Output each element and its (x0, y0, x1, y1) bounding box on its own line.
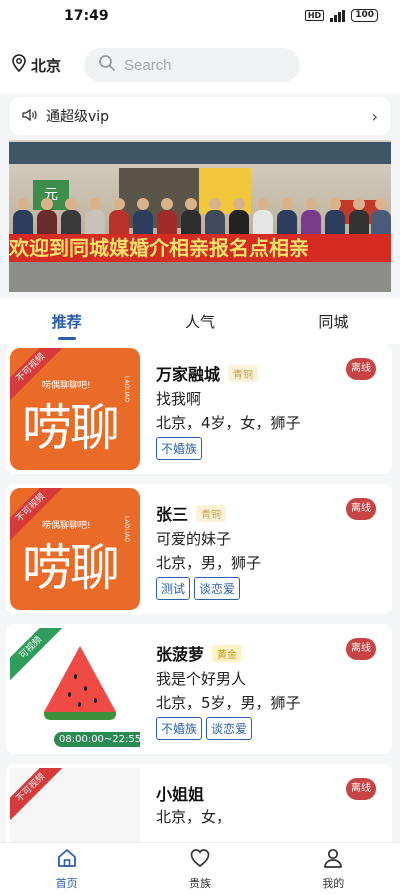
profile-name: 张菠萝 (156, 645, 205, 664)
name-line: 张三 青铜 (156, 501, 227, 525)
nav-mine-label: 我的 (322, 877, 345, 890)
profile-card[interactable]: 不可视频 小姐姐 离线 北京，女， (6, 764, 392, 842)
promo-banner[interactable]: 元 欢迎到同城媒婚介相亲报名点相亲 (9, 140, 391, 292)
video-unavailable-ribbon: 不可视频 (10, 768, 69, 826)
battery-icon: 100 (351, 9, 378, 22)
profile-name: 小姐姐 (156, 785, 205, 804)
notice-bar[interactable]: 通超级vip › (10, 97, 390, 135)
logo-vertical-text: LAOLIAO (123, 376, 130, 403)
nav-noble[interactable]: 贵族 (133, 843, 266, 895)
nav-home-label: 首页 (55, 877, 78, 890)
hd-badge: HD (304, 10, 325, 21)
level-badge: 青铜 (196, 504, 227, 522)
profile-motto: 可爱的妹子 (156, 530, 232, 548)
nav-home[interactable]: 首页 (0, 843, 133, 895)
profile-tags: 测试 谈恋爱 (156, 577, 241, 600)
location-pin-icon (12, 54, 26, 76)
tab-same-city[interactable]: 同城 (267, 298, 400, 344)
status-icons: HD 100 (304, 9, 378, 22)
profile-avatar: 不可视频 唠偶聊聊吧! 唠聊 LAOLIAO (10, 348, 140, 470)
profile-name: 张三 (156, 505, 189, 524)
search-input[interactable]: Search (84, 48, 300, 82)
profile-card[interactable]: 可视频 08:00:00~22:55:30 张菠萝 黄金 离线 我是个好男人 北… (6, 624, 392, 754)
banner-red-strip: 欢迎到同城媒婚介相亲报名点相亲 (9, 234, 391, 262)
level-badge: 黄金 (212, 644, 243, 662)
profile-info: 北京，女， (156, 808, 232, 826)
profile-avatar: 可视频 08:00:00~22:55:30 (10, 628, 140, 750)
location-label: 北京 (31, 56, 62, 75)
name-line: 万家融城 青铜 (156, 361, 259, 385)
watermelon-seed (78, 702, 81, 707)
top-bar: 北京 Search (0, 34, 400, 94)
level-badge: 青铜 (228, 364, 259, 382)
signal-icon (330, 9, 346, 22)
profile-tags: 不婚族 (156, 437, 203, 460)
status-badge: 离线 (346, 638, 376, 660)
profile-info: 北京，4岁，女，狮子 (156, 414, 301, 432)
profile-card[interactable]: 不可视频 唠偶聊聊吧! 唠聊 LAOLIAO 张三 青铜 离线 可爱的妹子 北京… (6, 484, 392, 614)
profile-card[interactable]: 不可视频 唠偶聊聊吧! 唠聊 LAOLIAO 万家融城 青铜 离线 找我啊 北京… (6, 344, 392, 474)
watermelon-seed (84, 686, 87, 691)
search-placeholder: Search (124, 56, 172, 74)
nav-noble-label: 贵族 (188, 877, 211, 890)
tab-popular[interactable]: 人气 (133, 298, 266, 344)
bottom-nav: 首页 贵族 我的 (0, 842, 400, 895)
chevron-right-icon: › (371, 106, 378, 126)
logo-vertical-text: LAOLIAO (123, 516, 130, 543)
profile-avatar: 不可视频 唠偶聊聊吧! 唠聊 LAOLIAO (10, 488, 140, 610)
tab-recommend[interactable]: 推荐 (0, 298, 133, 344)
watermelon-seed (74, 674, 77, 679)
status-badge: 离线 (346, 778, 376, 800)
watermelon-rind (44, 712, 116, 720)
name-line: 小姐姐 (156, 781, 204, 805)
profile-tags: 不婚族 谈恋爱 (156, 717, 253, 740)
profile-info: 北京，男，狮子 (156, 554, 262, 572)
search-icon (98, 54, 116, 76)
heart-icon (189, 847, 211, 873)
location-selector[interactable]: 北京 (12, 54, 61, 76)
status-badge: 离线 (346, 358, 376, 380)
banner-ground (9, 262, 391, 292)
name-line: 张菠萝 黄金 (156, 641, 243, 665)
status-badge: 离线 (346, 498, 376, 520)
banner-text: 欢迎到同城媒婚介相亲报名点相亲 (9, 236, 309, 260)
profile-motto: 我是个好男人 (156, 670, 247, 688)
home-icon (56, 847, 78, 873)
profile-tag: 不婚族 (156, 437, 203, 460)
speaker-icon (22, 107, 38, 126)
laoliao-logo: 唠聊 (22, 399, 120, 457)
profile-name: 万家融城 (156, 365, 221, 384)
profile-tag: 谈恋爱 (206, 717, 253, 740)
notice-text: 通超级vip (46, 109, 110, 125)
nav-mine[interactable]: 我的 (267, 843, 400, 895)
watermelon-seed (94, 698, 97, 703)
profile-motto: 找我啊 (156, 390, 202, 408)
profile-tag: 谈恋爱 (194, 577, 241, 600)
status-bar: 17:49 HD 100 (0, 0, 400, 34)
profile-tag: 测试 (156, 577, 191, 600)
video-time-range: 08:00:00~22:55:30 (54, 732, 140, 747)
watermelon-seed (68, 692, 71, 697)
user-icon (322, 847, 344, 873)
category-tabs: 推荐 人气 同城 (0, 298, 400, 344)
profile-info: 北京，5岁，男，狮子 (156, 694, 301, 712)
banner-shop-sign (9, 142, 391, 164)
profile-tag: 不婚族 (156, 717, 203, 740)
status-time: 17:49 (64, 8, 109, 24)
profile-avatar: 不可视频 (10, 768, 140, 842)
laoliao-logo: 唠聊 (22, 539, 120, 597)
